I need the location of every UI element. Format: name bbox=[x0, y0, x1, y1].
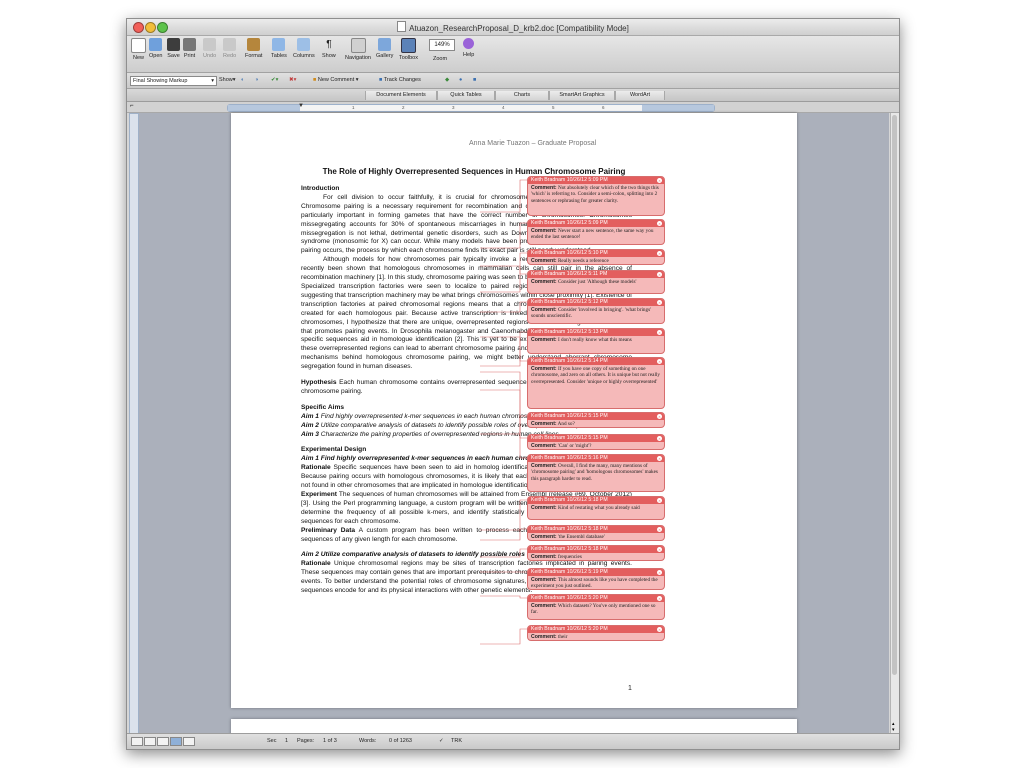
delete-comment-icon[interactable]: × bbox=[657, 414, 662, 419]
comment-text[interactable]: Comment: 'the Ensembl database' bbox=[528, 533, 664, 540]
delete-comment-icon[interactable]: × bbox=[657, 547, 662, 552]
comment-author-date: Keith Bradnam 10/26/12 5:10 PM bbox=[531, 250, 608, 256]
comment-leader-line bbox=[480, 265, 527, 275]
comment-header: Keith Bradnam 10/26/12 5:20 PM × bbox=[528, 626, 664, 633]
comment-header: Keith Bradnam 10/26/12 5:15 PM × bbox=[528, 413, 664, 420]
comment-leader-lines bbox=[480, 179, 527, 645]
comment-author-date: Keith Bradnam 10/26/12 5:20 PM bbox=[531, 595, 608, 601]
comment-header: Keith Bradnam 10/26/12 5:20 PM × bbox=[528, 595, 664, 602]
comment-balloon[interactable]: Keith Bradnam 10/26/12 5:14 PM × Comment: … bbox=[527, 357, 665, 409]
delete-comment-icon[interactable]: × bbox=[657, 498, 662, 503]
comment-author-date: Keith Bradnam 10/26/12 5:15 PM bbox=[531, 413, 608, 419]
comment-author-date: Keith Bradnam 10/26/12 5:14 PM bbox=[531, 358, 608, 364]
comment-balloon[interactable]: Keith Bradnam 10/26/12 5:20 PM × Comment: … bbox=[527, 594, 665, 620]
comment-text[interactable]: Comment: their bbox=[528, 633, 664, 640]
comment-text[interactable]: Comment: Consider just 'Although these m… bbox=[528, 278, 664, 286]
comment-header: Keith Bradnam 10/26/12 5:10 PM × bbox=[528, 250, 664, 257]
comment-text[interactable]: Comment: Consider 'involved in bringing'… bbox=[528, 306, 664, 321]
comment-header: Keith Bradnam 10/26/12 5:18 PM × bbox=[528, 546, 664, 553]
comment-author-date: Keith Bradnam 10/26/12 5:15 PM bbox=[531, 435, 608, 441]
comment-header: Keith Bradnam 10/26/12 5:11 PM × bbox=[528, 271, 664, 278]
comment-header: Keith Bradnam 10/26/12 5:09 PM × bbox=[528, 220, 664, 227]
comment-author-date: Keith Bradnam 10/26/12 5:12 PM bbox=[531, 299, 608, 305]
comment-leader-line bbox=[480, 628, 527, 645]
comment-text[interactable]: Comment: I don't really know what this m… bbox=[528, 336, 664, 344]
comment-header: Keith Bradnam 10/26/12 5:18 PM × bbox=[528, 497, 664, 504]
comment-text[interactable]: Comment: Really needs a reference bbox=[528, 257, 664, 264]
comment-text[interactable]: Comment: Kind of restating what you alre… bbox=[528, 504, 664, 512]
comment-balloon[interactable]: Keith Bradnam 10/26/12 5:18 PM × Comment: … bbox=[527, 525, 665, 541]
delete-comment-icon[interactable]: × bbox=[657, 330, 662, 335]
comment-balloon[interactable]: Keith Bradnam 10/26/12 5:15 PM × Comment: … bbox=[527, 412, 665, 428]
delete-comment-icon[interactable]: × bbox=[657, 570, 662, 575]
comment-text[interactable]: Comment: If you have one copy of somethi… bbox=[528, 365, 664, 386]
comment-header: Keith Bradnam 10/26/12 5:15 PM × bbox=[528, 435, 664, 442]
comment-header: Keith Bradnam 10/26/12 5:18 PM × bbox=[528, 526, 664, 533]
comment-leader-line bbox=[480, 222, 527, 249]
comment-text[interactable]: Comment: Which datasets? You've only men… bbox=[528, 602, 664, 617]
delete-comment-icon[interactable]: × bbox=[657, 221, 662, 226]
comment-leader-line bbox=[480, 528, 527, 541]
comment-author-date: Keith Bradnam 10/26/12 5:18 PM bbox=[531, 546, 608, 552]
delete-comment-icon[interactable]: × bbox=[657, 178, 662, 183]
comment-author-date: Keith Bradnam 10/26/12 5:09 PM bbox=[531, 177, 608, 183]
comment-header: Keith Bradnam 10/26/12 5:14 PM × bbox=[528, 358, 664, 365]
comment-leader-line bbox=[480, 336, 527, 362]
comment-author-date: Keith Bradnam 10/26/12 5:13 PM bbox=[531, 329, 608, 335]
comment-text[interactable]: Comment: This almost sounds like you hav… bbox=[528, 576, 664, 589]
comment-author-date: Keith Bradnam 10/26/12 5:09 PM bbox=[531, 220, 608, 226]
comment-balloon[interactable]: Keith Bradnam 10/26/12 5:18 PM × Comment: … bbox=[527, 545, 665, 561]
comment-leader-line bbox=[480, 179, 527, 213]
comment-balloon[interactable]: Keith Bradnam 10/26/12 5:15 PM × Comment: … bbox=[527, 434, 665, 450]
comment-text[interactable]: Comment: Not absolutely clear which of t… bbox=[528, 184, 664, 205]
comment-author-date: Keith Bradnam 10/26/12 5:11 PM bbox=[531, 271, 608, 277]
comment-author-date: Keith Bradnam 10/26/12 5:18 PM bbox=[531, 497, 608, 503]
comment-leader-line bbox=[480, 499, 527, 531]
comment-text[interactable]: Comment: And so? bbox=[528, 420, 664, 427]
comment-author-date: Keith Bradnam 10/26/12 5:20 PM bbox=[531, 626, 608, 632]
comment-balloon[interactable]: Keith Bradnam 10/26/12 5:09 PM × Comment: … bbox=[527, 219, 665, 245]
comment-author-date: Keith Bradnam 10/26/12 5:16 PM bbox=[531, 455, 608, 461]
comment-text[interactable]: Comment: Never start a new sentence, the… bbox=[528, 227, 664, 242]
delete-comment-icon[interactable]: × bbox=[657, 251, 662, 256]
delete-comment-icon[interactable]: × bbox=[657, 272, 662, 277]
comment-header: Keith Bradnam 10/26/12 5:12 PM × bbox=[528, 299, 664, 306]
comment-header: Keith Bradnam 10/26/12 5:19 PM × bbox=[528, 569, 664, 576]
comment-text[interactable]: Comment: frequencies bbox=[528, 553, 664, 560]
comment-balloon[interactable]: Keith Bradnam 10/26/12 5:11 PM × Comment: … bbox=[527, 270, 665, 294]
comment-author-date: Keith Bradnam 10/26/12 5:18 PM bbox=[531, 526, 608, 532]
comment-balloon[interactable]: Keith Bradnam 10/26/12 5:16 PM × Comment: … bbox=[527, 454, 665, 492]
comment-header: Keith Bradnam 10/26/12 5:13 PM × bbox=[528, 329, 664, 336]
delete-comment-icon[interactable]: × bbox=[657, 627, 662, 632]
delete-comment-icon[interactable]: × bbox=[657, 456, 662, 461]
comment-balloon[interactable]: Keith Bradnam 10/26/12 5:18 PM × Comment: … bbox=[527, 496, 665, 520]
comment-balloon[interactable]: Keith Bradnam 10/26/12 5:13 PM × Comment: … bbox=[527, 328, 665, 354]
comment-balloon[interactable]: Keith Bradnam 10/26/12 5:10 PM × Comment: … bbox=[527, 249, 665, 265]
comment-leader-line bbox=[480, 389, 527, 459]
comment-text[interactable]: Comment: 'Can' or 'might'? bbox=[528, 442, 664, 449]
comment-text[interactable]: Comment: Overall, I find the many, many … bbox=[528, 462, 664, 483]
delete-comment-icon[interactable]: × bbox=[657, 359, 662, 364]
comment-balloon[interactable]: Keith Bradnam 10/26/12 5:19 PM × Comment: … bbox=[527, 568, 665, 590]
comment-author-date: Keith Bradnam 10/26/12 5:19 PM bbox=[531, 569, 608, 575]
delete-comment-icon[interactable]: × bbox=[657, 300, 662, 305]
comment-header: Keith Bradnam 10/26/12 5:16 PM × bbox=[528, 455, 664, 462]
comment-leader-line bbox=[480, 301, 527, 313]
comment-header: Keith Bradnam 10/26/12 5:09 PM × bbox=[528, 177, 664, 184]
delete-comment-icon[interactable]: × bbox=[657, 596, 662, 601]
comment-balloon[interactable]: Keith Bradnam 10/26/12 5:09 PM × Comment: … bbox=[527, 176, 665, 216]
delete-comment-icon[interactable]: × bbox=[657, 527, 662, 532]
comment-balloon[interactable]: Keith Bradnam 10/26/12 5:12 PM × Comment: … bbox=[527, 298, 665, 324]
comment-leader-line bbox=[480, 595, 527, 599]
comment-leader-line bbox=[480, 548, 527, 558]
delete-comment-icon[interactable]: × bbox=[657, 436, 662, 441]
comment-balloon[interactable]: Keith Bradnam 10/26/12 5:20 PM × Comment: … bbox=[527, 625, 665, 641]
